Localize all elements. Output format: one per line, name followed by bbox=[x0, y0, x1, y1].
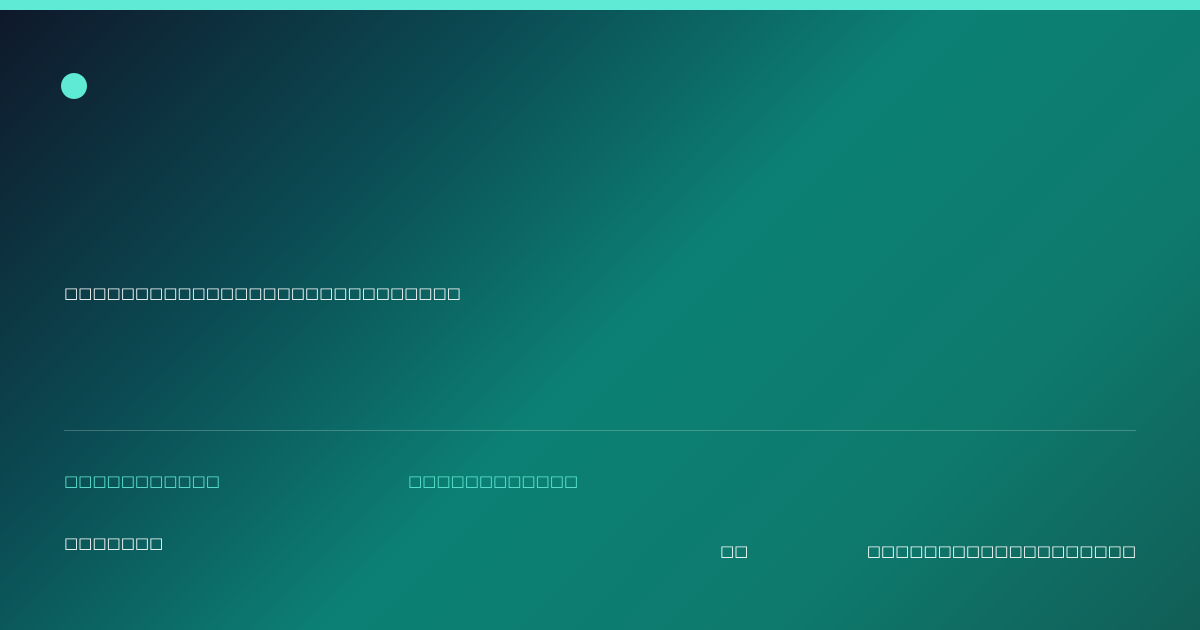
meta-left-label: □□□□□□□□□□□ bbox=[64, 472, 220, 490]
divider bbox=[64, 430, 1136, 431]
site-name: □□□□□□□□□□□□□□□□□□□ bbox=[866, 542, 1136, 560]
meta-mid-label: □□□□□□□□□□□□ bbox=[408, 472, 579, 490]
tag-label: □□ bbox=[720, 542, 749, 560]
top-accent-bar bbox=[0, 0, 1200, 10]
author-name: □□□□□□□ bbox=[64, 534, 164, 552]
circle-logo-icon bbox=[61, 73, 87, 99]
card-headline: □□□□□□□□□□□□□□□□□□□□□□□□□□□□ bbox=[64, 284, 461, 302]
